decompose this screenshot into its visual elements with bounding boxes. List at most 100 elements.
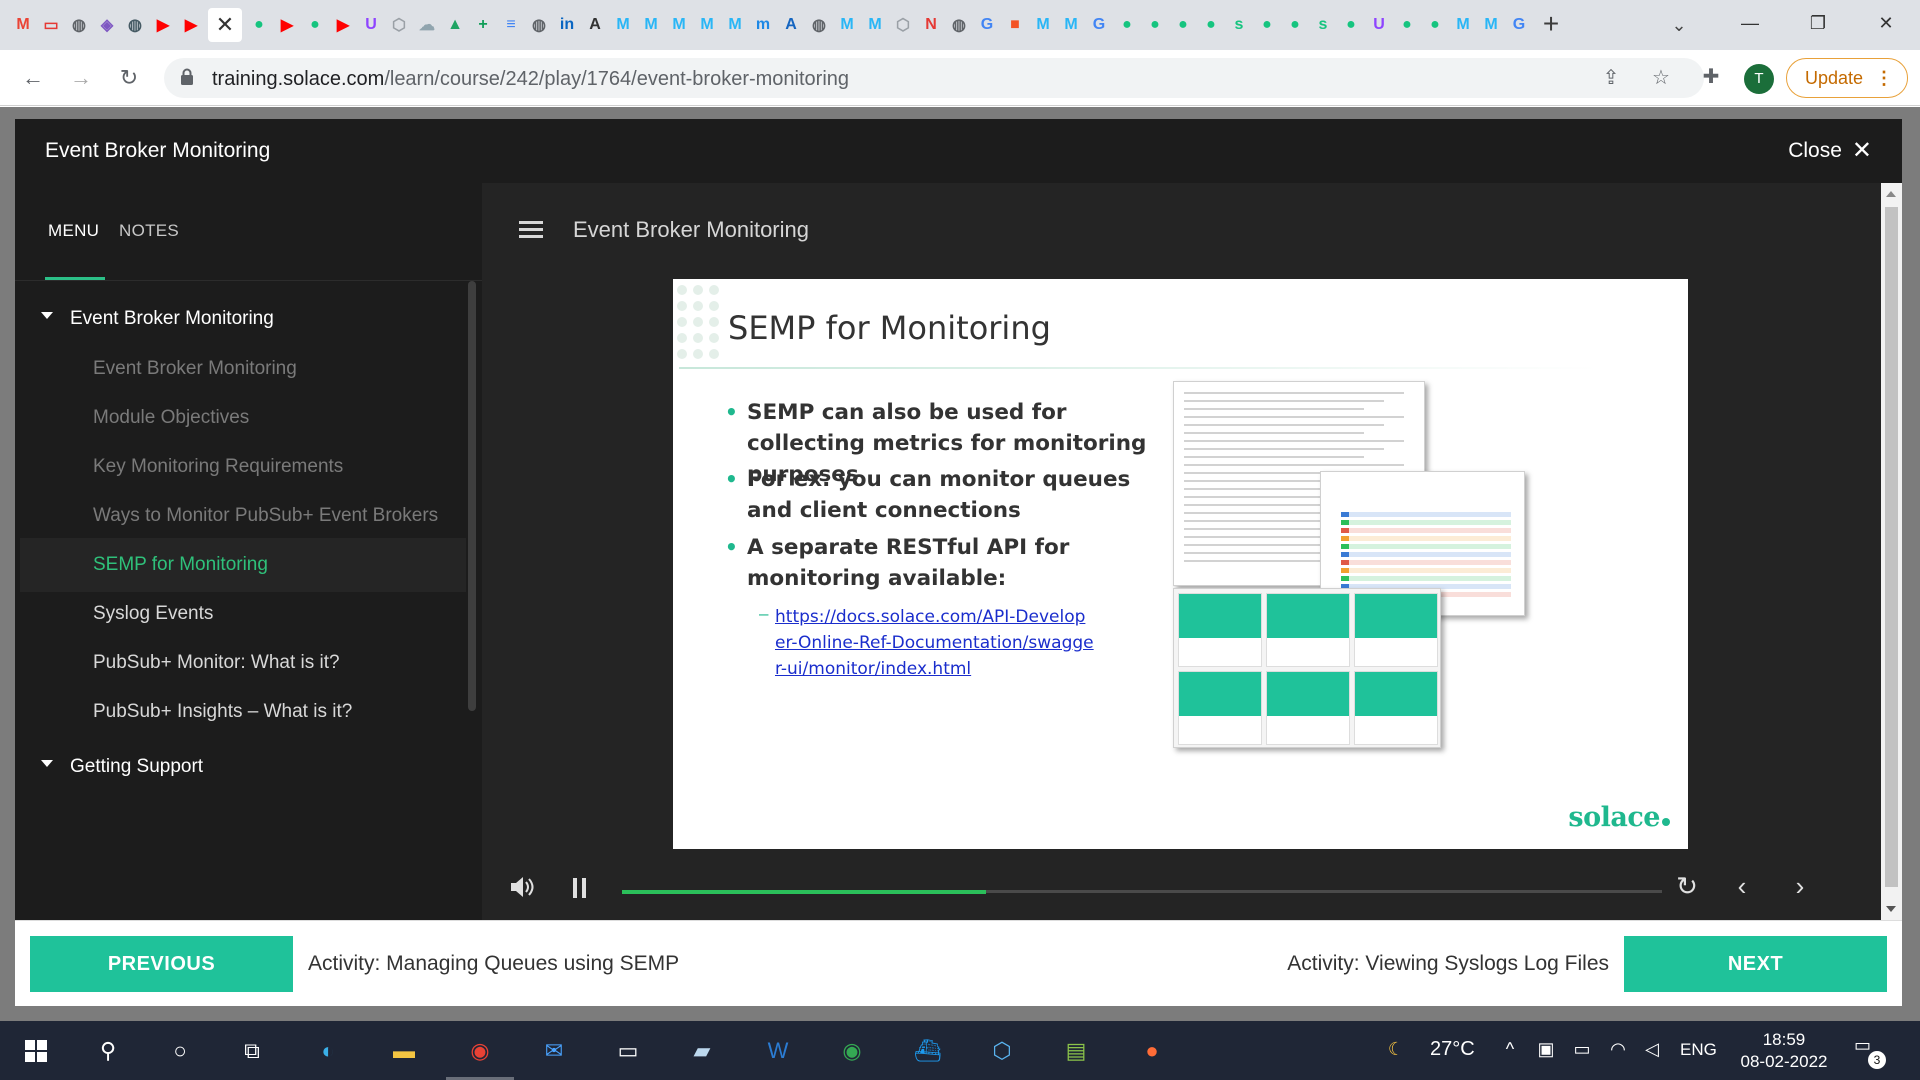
green-tab-icon[interactable]: ● (1172, 14, 1194, 36)
weather-temperature[interactable]: 27°C (1430, 1038, 1475, 1061)
notepad-plus-icon[interactable]: ▤ (1056, 1031, 1096, 1071)
amc-tab-icon[interactable]: A (584, 14, 606, 36)
a-tab-icon[interactable]: A (780, 14, 802, 36)
globe-tab-icon[interactable]: ◍ (68, 14, 90, 36)
m-tab-icon[interactable]: M (668, 14, 690, 36)
mvn-tab-icon[interactable]: m (752, 14, 774, 36)
window-close-icon[interactable]: ✕ (1852, 0, 1920, 46)
globe-tab-icon[interactable]: ◍ (528, 14, 550, 36)
edge-icon[interactable]: ◐ (308, 1031, 348, 1071)
menu-section[interactable]: Event Broker Monitoring (15, 294, 465, 344)
m-tab-icon[interactable]: M (724, 14, 746, 36)
green-tab-icon[interactable]: ● (1424, 14, 1446, 36)
linkedin-tab-icon[interactable]: in (556, 14, 578, 36)
profile-avatar[interactable]: T (1744, 64, 1774, 94)
tray-chevron-icon[interactable]: ^ (1498, 1037, 1522, 1061)
green-tab-icon[interactable]: ● (1396, 14, 1418, 36)
mail-icon[interactable]: ✉ (534, 1031, 574, 1071)
menu-item[interactable]: PubSub+ Insights – What is it? (20, 685, 466, 739)
menu-item[interactable]: Syslog Events (20, 587, 466, 641)
search-icon[interactable]: ⚲ (88, 1031, 128, 1071)
google-tab-icon[interactable]: G (976, 14, 998, 36)
previous-lesson-title[interactable]: Activity: Managing Queues using SEMP (308, 952, 679, 976)
shield-tab-icon[interactable]: U (360, 14, 382, 36)
menu-section[interactable]: Getting Support (15, 742, 465, 792)
chrome-icon[interactable]: ◉ (460, 1031, 500, 1071)
restore-icon[interactable]: ❐ (1784, 0, 1852, 46)
globe-tab-icon[interactable]: ◍ (808, 14, 830, 36)
youtube-tab-icon[interactable]: ▶ (152, 14, 174, 36)
url-text[interactable]: training.solace.com/learn/course/242/pla… (212, 68, 849, 91)
new-tab-button[interactable]: + (1536, 10, 1566, 40)
youtube-tab-icon[interactable]: ▶ (276, 14, 298, 36)
share-icon[interactable]: ⇪ (1598, 66, 1624, 92)
green-tab-icon[interactable]: ● (304, 14, 326, 36)
update-button[interactable]: Update ⋮ (1786, 58, 1908, 98)
globe-tab-icon[interactable]: ◍ (124, 14, 146, 36)
active-tab-close-icon[interactable]: ✕ (208, 8, 242, 42)
caret-down-icon[interactable] (41, 312, 53, 319)
forward-icon[interactable]: → (66, 64, 96, 94)
semp-monitor-docs-link[interactable]: https://docs.solace.com/API-Developer-On… (775, 604, 1095, 682)
m-tab-icon[interactable]: M (1032, 14, 1054, 36)
content-scrollbar[interactable] (1881, 183, 1902, 920)
green-tab-icon[interactable]: ● (1144, 14, 1166, 36)
meet-icon[interactable]: ▣ (1534, 1037, 1558, 1061)
docker-icon[interactable]: ⛴ (908, 1031, 948, 1071)
tab-notes[interactable]: NOTES (119, 221, 179, 241)
previous-button[interactable]: PREVIOUS (30, 936, 293, 992)
speaker-icon[interactable]: ◁ (1640, 1037, 1664, 1061)
tab-menu[interactable]: MENU (48, 221, 99, 241)
google-tab-icon[interactable]: G (1088, 14, 1110, 36)
m-tab-icon[interactable]: M (1452, 14, 1474, 36)
replay-icon[interactable]: ↻ (1672, 871, 1702, 901)
menu-toggle-icon[interactable] (519, 221, 543, 239)
google-tab-icon[interactable]: G (1508, 14, 1530, 36)
scroll-down-icon[interactable] (1886, 906, 1896, 912)
green-tab-icon[interactable]: ● (1200, 14, 1222, 36)
postman-icon[interactable]: ● (1132, 1031, 1172, 1071)
menu-item[interactable]: Ways to Monitor PubSub+ Event Brokers (20, 489, 466, 543)
menu-item[interactable]: PubSub+ Monitor: What is it? (20, 636, 466, 690)
microsoft-tab-icon[interactable]: ■ (1004, 14, 1026, 36)
terminal-icon[interactable]: ▭ (608, 1031, 648, 1071)
green-tab-icon[interactable]: ● (1116, 14, 1138, 36)
cloud-tab-icon[interactable]: ☁ (416, 14, 438, 36)
extensions-puzzle-icon[interactable]: ✚ (1698, 64, 1724, 90)
caret-down-icon[interactable] (41, 760, 53, 767)
puzzle-tab-icon[interactable]: ◈ (96, 14, 118, 36)
solace-tab-icon[interactable]: s (1228, 14, 1250, 36)
menu-item[interactable]: Key Monitoring Requirements (20, 440, 466, 494)
app-icon[interactable]: ⬡ (982, 1031, 1022, 1071)
chrome-profile-icon[interactable]: ◉ (832, 1031, 872, 1071)
more-icon[interactable]: ⋮ (1875, 59, 1893, 97)
youtube-tab-icon[interactable]: ▶ (332, 14, 354, 36)
pause-icon[interactable] (573, 878, 587, 898)
m-tab-icon[interactable]: M (696, 14, 718, 36)
back-icon[interactable]: ← (18, 64, 48, 94)
close-icon[interactable]: ✕ (1852, 139, 1872, 163)
hex-tab-icon[interactable]: ⬡ (388, 14, 410, 36)
green-tab-icon[interactable]: ● (1284, 14, 1306, 36)
minimize-icon[interactable]: — (1716, 0, 1784, 46)
close-button[interactable]: Close ✕ (1788, 139, 1872, 163)
m-tab-icon[interactable]: M (640, 14, 662, 36)
m-tab-icon[interactable]: M (864, 14, 886, 36)
notion-tab-icon[interactable]: N (920, 14, 942, 36)
system-clock[interactable]: 18:59 08-02-2022 (1734, 1029, 1834, 1073)
sidebar-scrollbar[interactable] (468, 281, 476, 711)
scroll-thumb[interactable] (1885, 207, 1898, 887)
docs-tab-icon[interactable]: ≡ (500, 14, 522, 36)
m-tab-icon[interactable]: M (612, 14, 634, 36)
notepad-icon[interactable]: ▰ (682, 1031, 722, 1071)
wifi-icon[interactable]: ◠ (1606, 1037, 1630, 1061)
cortana-icon[interactable]: ○ (160, 1031, 200, 1071)
green-tab-icon[interactable]: ● (1256, 14, 1278, 36)
next-lesson-title[interactable]: Activity: Viewing Syslogs Log Files (1287, 952, 1609, 976)
green-tab-icon[interactable]: ● (1340, 14, 1362, 36)
file-explorer-icon[interactable]: ▬ (384, 1031, 424, 1071)
battery-icon[interactable]: ▭ (1570, 1037, 1594, 1061)
m-tab-icon[interactable]: M (836, 14, 858, 36)
green-tab-icon[interactable]: ● (248, 14, 270, 36)
red-app-tab-icon[interactable]: ▭ (40, 14, 62, 36)
